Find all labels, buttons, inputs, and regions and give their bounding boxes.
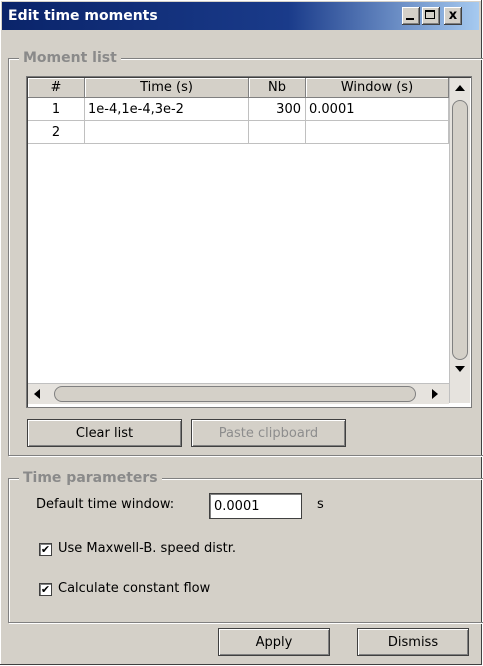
constant-flow-checkbox[interactable]: ✔ [39,583,52,596]
close-icon: x [448,8,458,23]
default-time-window-input[interactable]: 0.0001 [209,493,302,519]
default-time-window-label: Default time window: [36,497,175,512]
vertical-scroll-thumb[interactable] [452,100,468,360]
time-cell[interactable]: 1e-4,1e-4,3e-2 [85,98,249,121]
title-bar[interactable]: Edit time moments x [2,2,479,30]
row-index-cell[interactable]: 1 [28,98,85,121]
moment-list-legend: Moment list [19,50,121,66]
scroll-right-arrow-icon[interactable] [432,389,438,399]
maxwell-checkbox[interactable]: ✔ [39,543,52,556]
time-unit-label: s [317,497,324,512]
column-header-window[interactable]: Window (s) [306,78,449,98]
edit-time-moments-window: Edit time moments x Moment list # Time (… [0,0,483,665]
vertical-scrollbar[interactable] [449,78,470,403]
column-header-nb[interactable]: Nb [249,78,306,98]
column-header-time[interactable]: Time (s) [85,78,249,98]
time-cell[interactable] [85,121,249,144]
window-title: Edit time moments [8,8,158,24]
window-cell[interactable]: 0.0001 [306,98,449,121]
horizontal-scrollbar[interactable] [28,383,449,404]
maxwell-checkbox-label[interactable]: Use Maxwell-B. speed distr. [58,541,236,556]
close-button[interactable]: x [444,7,462,25]
scroll-left-arrow-icon[interactable] [34,389,40,399]
apply-button[interactable]: Apply [218,628,330,656]
time-parameters-legend: Time parameters [19,470,162,486]
minimize-icon [406,18,414,20]
nb-cell[interactable] [249,121,306,144]
constant-flow-checkbox-label[interactable]: Calculate constant flow [58,581,210,596]
horizontal-scroll-thumb[interactable] [54,386,416,402]
clear-list-button[interactable]: Clear list [27,419,182,447]
scroll-down-arrow-icon[interactable] [455,366,465,372]
dismiss-button[interactable]: Dismiss [357,628,469,656]
scroll-up-arrow-icon[interactable] [455,85,465,91]
row-index-cell[interactable]: 2 [28,121,85,144]
maximize-button[interactable] [422,7,440,25]
maximize-icon [425,10,435,19]
column-header-index[interactable]: # [28,78,85,98]
window-cell[interactable] [306,121,449,144]
nb-cell[interactable]: 300 [249,98,306,121]
paste-clipboard-button[interactable]: Paste clipboard [191,419,346,447]
minimize-button[interactable] [402,7,420,25]
moment-table[interactable]: # Time (s) Nb Window (s) 1 1e-4,1e-4,3e-… [26,76,472,408]
